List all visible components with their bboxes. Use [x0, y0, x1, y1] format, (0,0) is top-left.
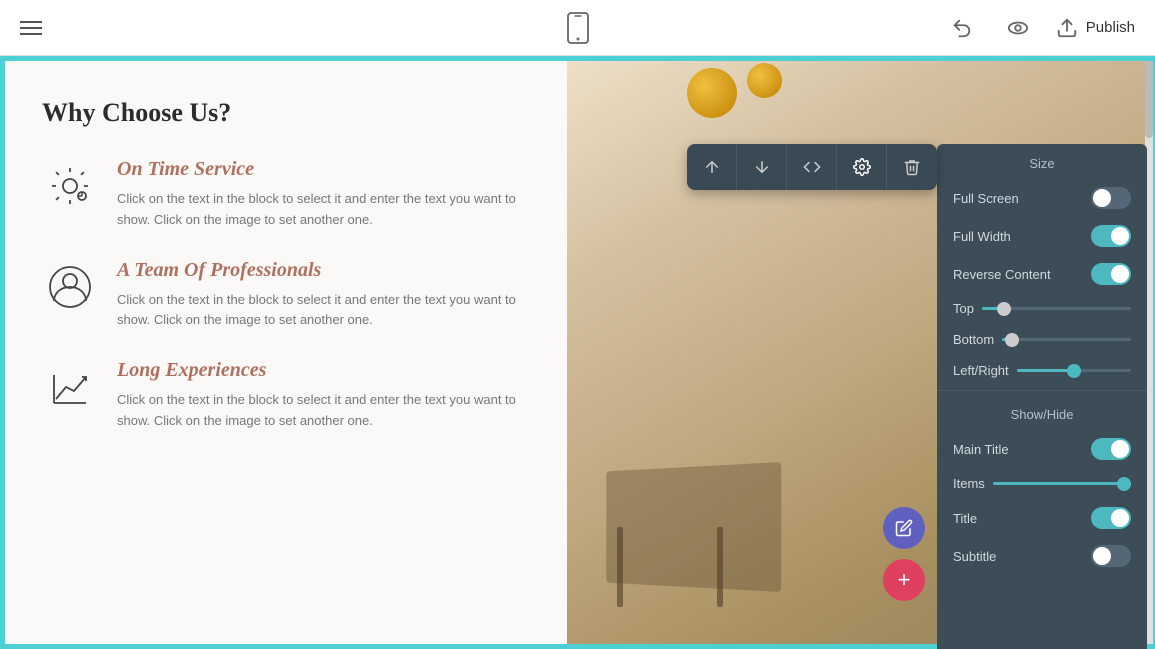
- title-toggle[interactable]: [1091, 507, 1131, 529]
- subtitle-row: Subtitle: [937, 537, 1147, 575]
- title-knob: [1111, 509, 1129, 527]
- feature-title-3[interactable]: Long Experiences: [117, 359, 527, 382]
- left-right-slider-thumb[interactable]: [1067, 364, 1081, 378]
- undo-button[interactable]: [944, 10, 980, 46]
- feature-text-3: Long Experiences Click on the text in th…: [117, 359, 527, 432]
- scrollbar-thumb[interactable]: [1145, 58, 1153, 138]
- size-section-label: Size: [937, 144, 1147, 179]
- settings-button[interactable]: [837, 144, 887, 190]
- main-area: Why Choose Us? On Time Service Click o: [0, 56, 1155, 649]
- left-right-slider-track: [1017, 369, 1131, 372]
- bottom-slider-thumb[interactable]: [1005, 333, 1019, 347]
- title-label: Title: [953, 511, 977, 526]
- items-slider[interactable]: [993, 482, 1131, 485]
- phone-icon[interactable]: [560, 10, 596, 46]
- bottom-label: Bottom: [953, 332, 994, 347]
- delete-button[interactable]: [887, 144, 937, 190]
- left-right-slider-fill: [1017, 369, 1074, 372]
- items-slider-thumb[interactable]: [1117, 477, 1131, 491]
- deco-ball-1: [687, 68, 737, 118]
- settings-panel: Size Full Screen Full Width Reverse Cont…: [937, 144, 1147, 649]
- header-right: Publish: [944, 10, 1135, 46]
- main-title-row: Main Title: [937, 430, 1147, 468]
- full-width-toggle[interactable]: [1091, 225, 1131, 247]
- settings-divider: [937, 390, 1147, 391]
- left-content-panel: Why Choose Us? On Time Service Click o: [2, 58, 567, 647]
- bottom-row: Bottom: [937, 324, 1147, 355]
- feature-text-2: A Team Of Professionals Click on the tex…: [117, 259, 527, 332]
- top-slider-thumb[interactable]: [997, 302, 1011, 316]
- left-right-slider[interactable]: [1017, 369, 1131, 372]
- items-label: Items: [953, 476, 985, 491]
- full-width-track[interactable]: [1091, 225, 1131, 247]
- reverse-content-toggle[interactable]: [1091, 263, 1131, 285]
- reverse-content-row: Reverse Content: [937, 255, 1147, 293]
- left-right-row: Left/Right: [937, 355, 1147, 386]
- main-title-toggle[interactable]: [1091, 438, 1131, 460]
- feature-text-1: On Time Service Click on the text in the…: [117, 158, 527, 231]
- full-screen-knob: [1093, 189, 1111, 207]
- canvas-border-top: [2, 58, 1153, 61]
- section-title[interactable]: Why Choose Us?: [42, 98, 527, 128]
- block-toolbar: [687, 144, 937, 190]
- subtitle-knob: [1093, 547, 1111, 565]
- feature-desc-2[interactable]: Click on the text in the block to select…: [117, 290, 527, 332]
- reverse-content-label: Reverse Content: [953, 267, 1051, 282]
- header-center: [560, 10, 596, 46]
- items-row: Items: [937, 468, 1147, 499]
- items-slider-fill: [993, 482, 1131, 485]
- full-width-label: Full Width: [953, 229, 1011, 244]
- full-width-row: Full Width: [937, 217, 1147, 255]
- chart-icon: [42, 359, 97, 414]
- top-label: Top: [953, 301, 974, 316]
- bottom-slider-track: [1002, 338, 1131, 341]
- move-up-button[interactable]: [687, 144, 737, 190]
- top-slider-track: [982, 307, 1131, 310]
- full-screen-track[interactable]: [1091, 187, 1131, 209]
- reverse-content-knob: [1111, 265, 1129, 283]
- bottom-slider[interactable]: [1002, 338, 1131, 341]
- feature-desc-1[interactable]: Click on the text in the block to select…: [117, 189, 527, 231]
- canvas-border-left: [2, 58, 5, 647]
- header-bar: Publish: [0, 0, 1155, 56]
- edit-fab[interactable]: [883, 507, 925, 549]
- feature-title-1[interactable]: On Time Service: [117, 158, 527, 181]
- deco-ball-2: [747, 63, 782, 98]
- add-fab[interactable]: +: [883, 559, 925, 601]
- feature-title-2[interactable]: A Team Of Professionals: [117, 259, 527, 282]
- items-slider-track: [993, 482, 1131, 485]
- main-title-knob: [1111, 440, 1129, 458]
- title-row: Title: [937, 499, 1147, 537]
- code-button[interactable]: [787, 144, 837, 190]
- main-title-track[interactable]: [1091, 438, 1131, 460]
- feature-item-1: On Time Service Click on the text in the…: [42, 158, 527, 231]
- feature-item-3: Long Experiences Click on the text in th…: [42, 359, 527, 432]
- feature-desc-3[interactable]: Click on the text in the block to select…: [117, 390, 527, 432]
- header-left: [20, 21, 42, 35]
- full-screen-label: Full Screen: [953, 191, 1019, 206]
- add-icon: +: [898, 567, 911, 593]
- top-row: Top: [937, 293, 1147, 324]
- subtitle-label: Subtitle: [953, 549, 996, 564]
- show-hide-section-label: Show/Hide: [937, 395, 1147, 430]
- subtitle-track[interactable]: [1091, 545, 1131, 567]
- hamburger-icon[interactable]: [20, 21, 42, 35]
- publish-label: Publish: [1086, 19, 1135, 36]
- person-icon: [42, 259, 97, 314]
- gear-icon: [42, 158, 97, 213]
- publish-button[interactable]: Publish: [1056, 17, 1135, 39]
- full-width-knob: [1111, 227, 1129, 245]
- feature-item-2: A Team Of Professionals Click on the tex…: [42, 259, 527, 332]
- title-track[interactable]: [1091, 507, 1131, 529]
- full-screen-toggle[interactable]: [1091, 187, 1131, 209]
- reverse-content-track[interactable]: [1091, 263, 1131, 285]
- top-slider[interactable]: [982, 307, 1131, 310]
- main-title-label: Main Title: [953, 442, 1009, 457]
- subtitle-toggle[interactable]: [1091, 545, 1131, 567]
- full-screen-row: Full Screen: [937, 179, 1147, 217]
- preview-button[interactable]: [1000, 10, 1036, 46]
- move-down-button[interactable]: [737, 144, 787, 190]
- left-right-label: Left/Right: [953, 363, 1009, 378]
